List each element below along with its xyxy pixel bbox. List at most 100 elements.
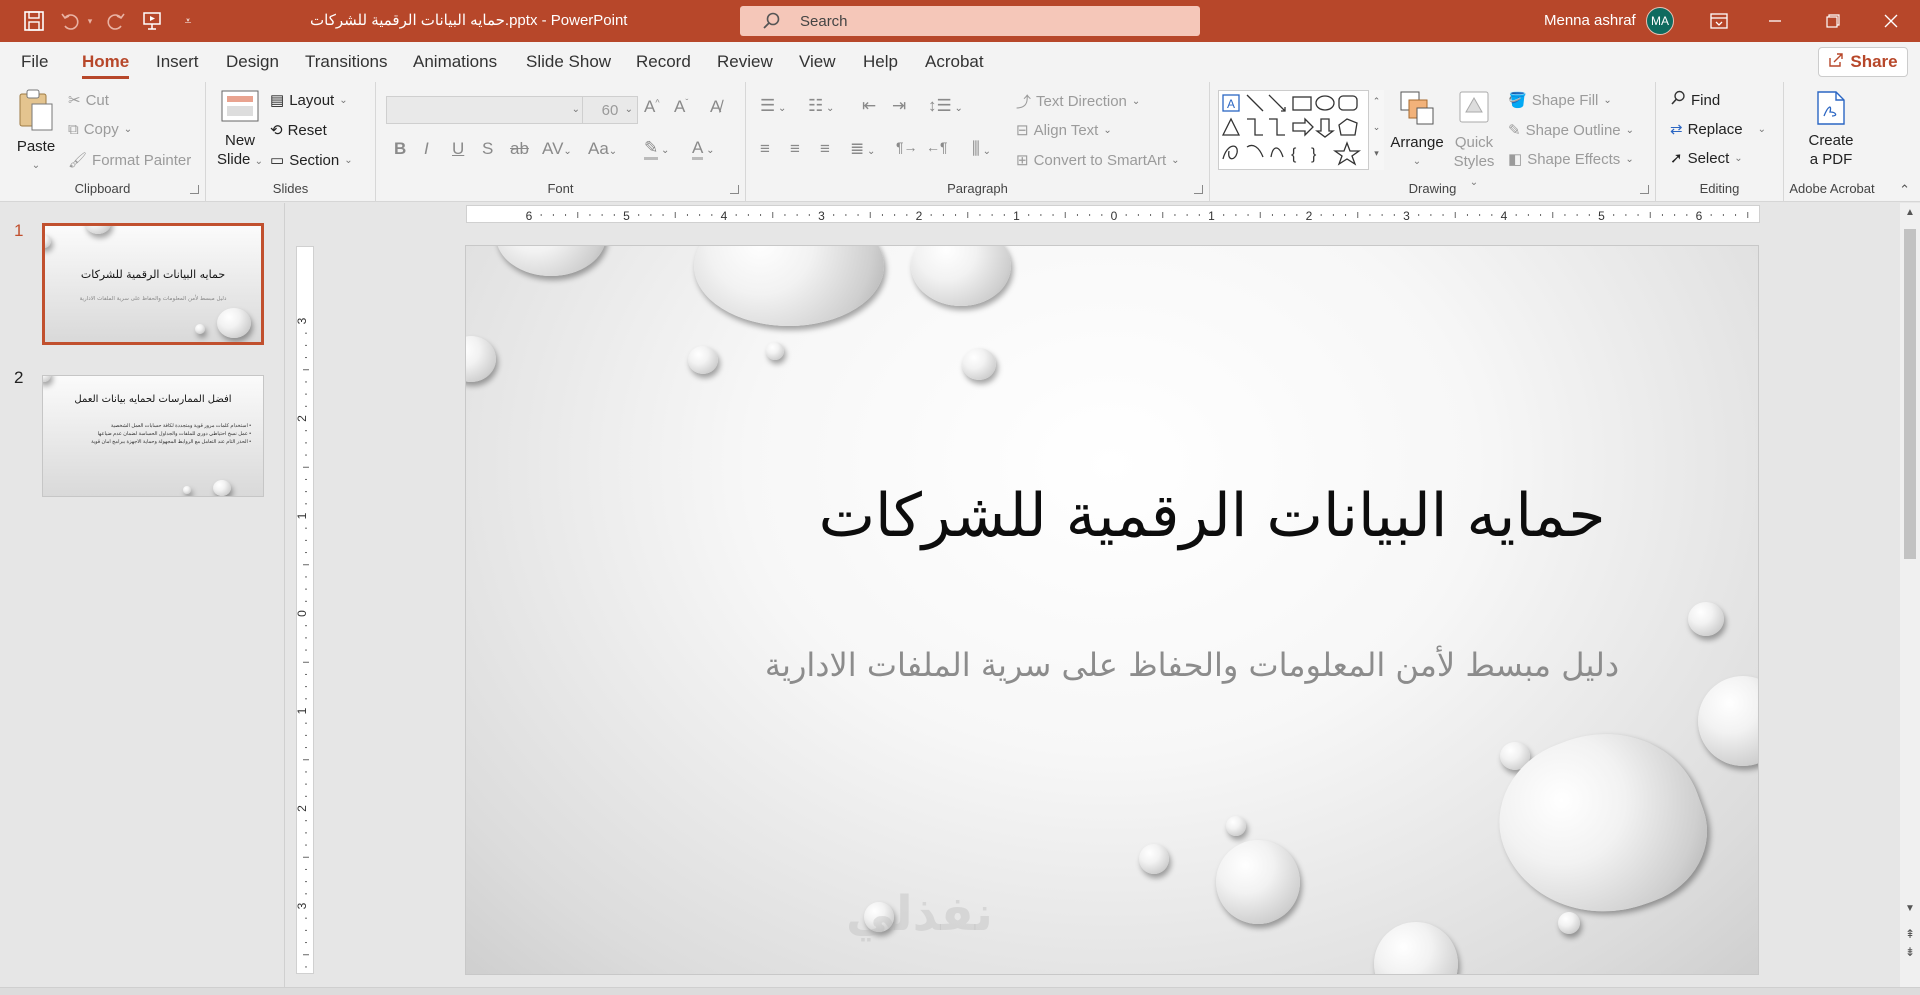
tab-design[interactable]: Design <box>226 52 279 72</box>
vertical-scrollbar[interactable]: ▲ ▼ ⇞ ⇟ <box>1900 203 1920 995</box>
font-size-combo[interactable]: 60 ⌄ <box>582 96 638 124</box>
quick-styles-button[interactable]: Quick Styles ⌄ <box>1448 88 1500 192</box>
new-slide-dropdown-icon[interactable]: ⌄ <box>255 156 263 167</box>
gallery-down-icon[interactable]: ⌄ <box>1369 116 1384 142</box>
highlight-color-icon[interactable]: ✎ ⌄ <box>644 138 669 160</box>
change-case-button[interactable]: Aa⌄ <box>588 139 617 159</box>
slide-canvas[interactable]: حمايه البيانات الرقمية للشركات دليل مبسط… <box>465 245 1759 975</box>
left-to-right-icon[interactable]: ¶→ <box>896 139 918 155</box>
slide-subtitle[interactable]: دليل مبسط لأمن المعلومات والحفاظ على سري… <box>466 646 1758 684</box>
text-direction-button[interactable]: ⤴ Text Direction ⌄ <box>1016 91 1140 112</box>
shape-outline-button[interactable]: ✎ Shape Outline ⌄ <box>1508 121 1635 140</box>
copy-dropdown-icon[interactable]: ⌄ <box>124 124 132 135</box>
tab-record[interactable]: Record <box>636 52 691 72</box>
share-button[interactable]: Share <box>1818 47 1908 77</box>
scroll-thumb[interactable] <box>1904 229 1916 559</box>
create-pdf-button[interactable]: Create a PDF <box>1798 90 1864 169</box>
paragraph-launcher-icon[interactable] <box>1194 185 1203 194</box>
section-button[interactable]: ▭ Section ⌄ <box>270 151 353 170</box>
justify-icon[interactable]: ≣ ⌄ <box>850 139 875 159</box>
align-center-icon[interactable]: ≡ <box>790 139 800 159</box>
user-name[interactable]: Menna ashraf <box>1544 12 1636 29</box>
tab-transitions[interactable]: Transitions <box>305 52 388 72</box>
clear-formatting-icon[interactable]: A̸ <box>710 97 721 117</box>
numbering-icon[interactable]: ☷ ⌄ <box>808 96 834 116</box>
previous-slide-icon[interactable]: ⇞ <box>1900 927 1920 941</box>
close-icon[interactable] <box>1874 6 1908 36</box>
strikethrough-button[interactable]: ab <box>510 139 529 159</box>
reset-button[interactable]: ⟲ Reset <box>270 121 327 140</box>
tab-insert[interactable]: Insert <box>156 52 199 72</box>
save-icon[interactable] <box>22 9 46 33</box>
columns-icon[interactable]: ⫼ ⌄ <box>972 139 991 159</box>
align-left-icon[interactable]: ≡ <box>760 139 770 159</box>
copy-button[interactable]: ⧉ Copy ⌄ <box>68 121 132 138</box>
find-button[interactable]: Find <box>1670 90 1720 110</box>
underline-button[interactable]: U <box>452 139 464 159</box>
gallery-more-icon[interactable]: ▾ <box>1369 142 1384 168</box>
tab-review[interactable]: Review <box>717 52 773 72</box>
scroll-down-icon[interactable]: ▼ <box>1900 903 1920 914</box>
slide-thumbnail-1[interactable]: حمايه البيانات الرقمية للشركات دليل مبسط… <box>42 223 264 345</box>
font-name-combo[interactable]: ⌄ <box>386 96 586 124</box>
tab-home[interactable]: Home <box>82 52 129 72</box>
shape-effects-button[interactable]: ◧ Shape Effects ⌄ <box>1508 150 1634 169</box>
tab-view[interactable]: View <box>799 52 836 72</box>
gallery-up-icon[interactable]: ⌃ <box>1369 90 1384 116</box>
arrange-button[interactable]: Arrange ⌄ <box>1388 88 1446 171</box>
font-name-dropdown-icon[interactable]: ⌄ <box>572 104 580 115</box>
tab-file[interactable]: File <box>21 52 48 72</box>
scroll-up-icon[interactable]: ▲ <box>1900 207 1920 218</box>
restore-icon[interactable] <box>1816 6 1850 36</box>
bullets-icon[interactable]: ☰ ⌄ <box>760 96 786 116</box>
slide-thumbnail-2[interactable]: افضل الممارسات لحمايه بيانات العمل • است… <box>42 375 264 497</box>
collapse-ribbon-icon[interactable]: ⌃ <box>1899 182 1910 198</box>
line-spacing-icon[interactable]: ↕☰ ⌄ <box>928 96 963 116</box>
increase-font-size-icon[interactable]: A^ <box>644 97 660 117</box>
font-launcher-icon[interactable] <box>730 185 739 194</box>
right-to-left-icon[interactable]: ←¶ <box>926 139 948 155</box>
format-painter-button[interactable]: 🖌 Format Painter <box>68 151 191 170</box>
clipboard-launcher-icon[interactable] <box>190 185 199 194</box>
present-from-start-icon[interactable] <box>140 9 164 33</box>
undo-icon[interactable] <box>58 9 82 33</box>
drawing-launcher-icon[interactable] <box>1640 185 1649 194</box>
align-right-icon[interactable]: ≡ <box>820 139 830 159</box>
minimize-icon[interactable] <box>1758 6 1792 36</box>
search-box[interactable]: Search <box>740 6 1200 36</box>
redo-icon[interactable] <box>104 9 128 33</box>
select-button[interactable]: ➚ Select ⌄ <box>1670 149 1743 168</box>
paste-button[interactable]: Paste ⌄ <box>12 88 60 175</box>
undo-dropdown-icon[interactable]: ▾ <box>84 9 96 33</box>
layout-button[interactable]: ▤ Layout ⌄ <box>270 91 348 110</box>
character-spacing-button[interactable]: AV⌄ <box>542 139 572 159</box>
paste-dropdown-icon[interactable]: ⌄ <box>12 156 60 175</box>
next-slide-icon[interactable]: ⇟ <box>1900 945 1920 959</box>
bold-button[interactable]: B <box>394 139 406 159</box>
shape-outline-dropdown-icon: ⌄ <box>1625 124 1635 136</box>
italic-button[interactable]: I <box>424 139 429 159</box>
convert-smartart-button[interactable]: ⊞ Convert to SmartArt ⌄ <box>1016 151 1180 170</box>
replace-button[interactable]: ⇄ Replace ⌄ <box>1670 120 1766 139</box>
avatar[interactable]: MA <box>1646 7 1674 35</box>
shapes-gallery-scroll[interactable]: ⌃ ⌄ ▾ <box>1368 90 1384 170</box>
decrease-font-size-icon[interactable]: Aˇ <box>674 97 688 117</box>
slide-title[interactable]: حمايه البيانات الرقمية للشركات <box>466 481 1758 551</box>
text-shadow-button[interactable]: S <box>482 139 493 159</box>
shape-fill-button[interactable]: 🪣 Shape Fill ⌄ <box>1508 91 1612 110</box>
tab-slide-show[interactable]: Slide Show <box>526 52 611 72</box>
font-color-icon[interactable]: A ⌄ <box>692 138 715 160</box>
new-slide-button[interactable]: New Slide ⌄ <box>212 88 268 171</box>
shapes-gallery[interactable]: A { } <box>1218 90 1384 170</box>
tab-animations[interactable]: Animations <box>413 52 497 72</box>
ribbon-display-options-icon[interactable] <box>1702 6 1736 36</box>
font-size-dropdown-icon[interactable]: ⌄ <box>625 104 633 115</box>
cut-button[interactable]: ✂ Cut <box>68 91 109 110</box>
section-icon: ▭ <box>270 152 285 169</box>
increase-indent-icon[interactable]: ⇥ <box>892 96 906 116</box>
customize-quick-access-icon[interactable]: ⩡ <box>176 9 200 33</box>
tab-acrobat[interactable]: Acrobat <box>925 52 984 72</box>
tab-help[interactable]: Help <box>863 52 898 72</box>
align-text-button[interactable]: ⊟ Align Text ⌄ <box>1016 121 1112 140</box>
decrease-indent-icon[interactable]: ⇤ <box>862 96 876 116</box>
